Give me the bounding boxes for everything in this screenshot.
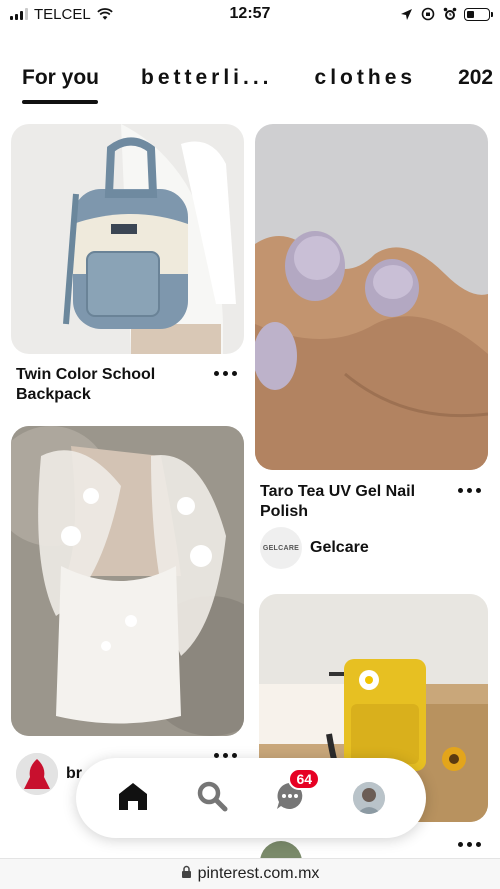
creator-avatar xyxy=(16,753,58,795)
nail-polish-pin-title-line2: Polish xyxy=(260,503,309,520)
profile-button[interactable] xyxy=(345,774,393,822)
backpack-pin-title-line2: Backpack xyxy=(16,386,91,403)
nail-polish-pin-title-line1: Taro Tea UV Gel Nail xyxy=(260,483,416,500)
location-arrow-icon xyxy=(398,6,414,22)
carrier-name: TELCEL xyxy=(34,5,91,23)
tab-for-you[interactable]: For you xyxy=(22,58,99,108)
nail-polish-creator[interactable]: GELCARE Gelcare xyxy=(260,527,369,569)
backpack-pin-title[interactable]: Twin Color School Backpack xyxy=(16,365,206,405)
battery-icon xyxy=(464,7,493,21)
nail-polish-more-icon[interactable] xyxy=(456,485,482,495)
status-left: TELCEL xyxy=(10,6,113,23)
bottom-navigation: 64 xyxy=(76,758,426,838)
notification-badge: 64 xyxy=(288,768,321,790)
lace-dress-creator[interactable]: br xyxy=(16,753,82,795)
creator-avatar: GELCARE xyxy=(260,527,302,569)
tab-betterlife[interactable]: betterli... xyxy=(141,58,273,108)
search-icon xyxy=(196,780,228,817)
alarm-icon xyxy=(442,6,458,22)
battery-fill xyxy=(467,10,474,18)
creator-name: Gelcare xyxy=(310,539,369,556)
status-bar: TELCEL 12:57 xyxy=(0,0,500,28)
status-right xyxy=(398,6,493,22)
wifi-icon xyxy=(96,6,113,22)
yellow-bag-creator-avatar[interactable] xyxy=(260,841,302,858)
messages-button[interactable]: 64 xyxy=(266,768,321,822)
search-button[interactable] xyxy=(188,774,236,822)
lock-icon xyxy=(181,865,192,884)
avatar xyxy=(352,782,385,814)
board-tabs: For you betterli... clothes 202 xyxy=(0,58,500,108)
lace-dress-pin-image[interactable] xyxy=(11,426,244,736)
pin-feed[interactable]: Twin Color School Backpack Taro Tea UV G… xyxy=(0,124,500,858)
backpack-pin-title-line1: Twin Color School xyxy=(16,366,156,383)
yellow-bag-more-icon[interactable] xyxy=(456,839,482,849)
nail-polish-pin-image[interactable] xyxy=(255,124,488,470)
backpack-pin-image[interactable] xyxy=(11,124,244,354)
signal-icon xyxy=(10,8,28,20)
tab-clothes[interactable]: clothes xyxy=(315,58,417,108)
nail-polish-pin-title[interactable]: Taro Tea UV Gel Nail Polish xyxy=(260,482,450,522)
url-text: pinterest.com.mx xyxy=(197,865,320,882)
backpack-more-icon[interactable] xyxy=(212,368,238,378)
home-icon xyxy=(117,780,149,817)
browser-url-bar[interactable]: pinterest.com.mx xyxy=(0,858,500,889)
home-button[interactable] xyxy=(109,774,157,822)
tab-2020[interactable]: 202 xyxy=(458,58,493,108)
screen-lock-icon xyxy=(420,6,436,22)
